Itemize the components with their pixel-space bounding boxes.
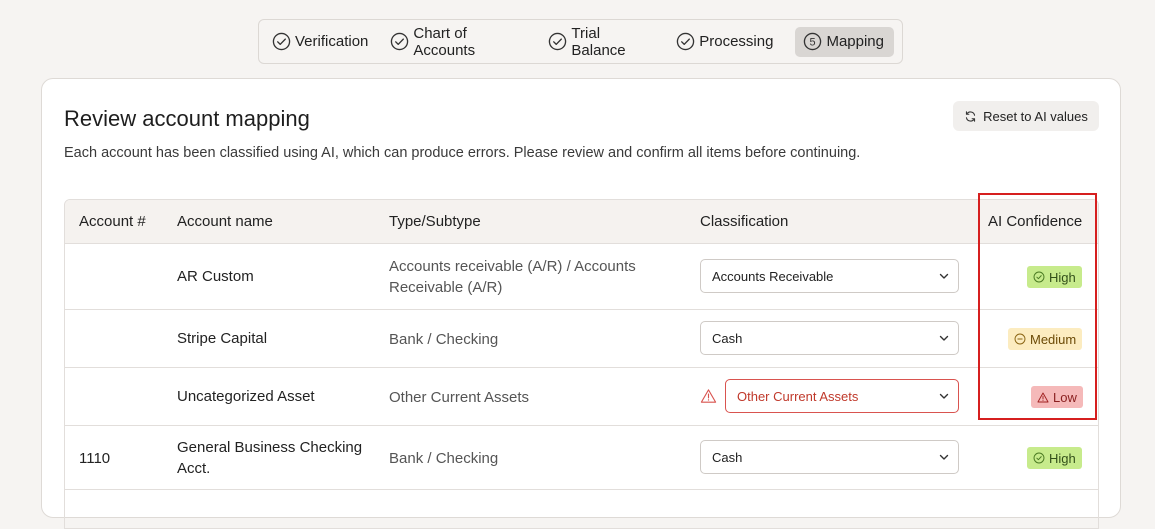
table-row: Stripe Capital Bank / Checking Cash Medi…: [65, 310, 1098, 368]
check-circle-icon: [1033, 452, 1045, 464]
step-mapping[interactable]: 5 Mapping: [795, 26, 894, 57]
step-label: Trial Balance: [571, 24, 626, 59]
check-circle-icon: [1033, 271, 1045, 283]
confidence-badge-medium: Medium: [1008, 328, 1083, 350]
confidence-badge-high: High: [1027, 447, 1082, 469]
account-name: General Business Checking Acct.: [177, 439, 363, 477]
check-circle-icon: [548, 32, 567, 51]
header-ai-confidence: AI Confidence: [988, 213, 1083, 230]
step-trial-balance[interactable]: Trial Balance: [548, 24, 662, 59]
step-label: Chart of Accounts: [413, 24, 476, 59]
account-type: Bank / Checking: [389, 331, 499, 348]
account-number: 1110: [79, 450, 111, 467]
classification-select[interactable]: Other Current Assets: [725, 379, 959, 413]
check-circle-icon: [676, 32, 695, 51]
reset-label: Reset to AI values: [983, 108, 1088, 124]
warning-triangle-icon: [700, 389, 717, 403]
table-row: AR Custom Accounts receivable (A/R) / Ac…: [65, 244, 1098, 310]
confidence-badge-high: High: [1027, 266, 1082, 288]
account-name: Stripe Capital: [177, 330, 268, 347]
classification-value: Accounts Receivable: [712, 268, 834, 284]
number-circle-icon: 5: [803, 32, 822, 51]
step-chart-of-accounts[interactable]: Chart of Accounts: [390, 24, 534, 59]
account-type: Other Current Assets: [389, 389, 530, 406]
header-classification: Classification: [700, 213, 789, 230]
step-label: Mapping: [826, 33, 884, 50]
classification-select[interactable]: Cash: [700, 440, 959, 474]
mapping-table: Account # Account name Type/Subtype Clas…: [64, 199, 1099, 529]
page-title: Review account mapping: [64, 106, 310, 131]
account-type: Accounts receivable (A/R) / Accounts Rec…: [389, 258, 636, 296]
header-account-number: Account #: [79, 213, 146, 230]
progress-stepper: Verification Chart of Accounts Trial Bal…: [258, 19, 903, 64]
step-label: Verification: [295, 33, 369, 50]
page-subtitle: Each account has been classified using A…: [64, 145, 861, 161]
table-header: Account # Account name Type/Subtype Clas…: [65, 200, 1098, 244]
chevron-down-icon: [939, 273, 949, 279]
svg-text:5: 5: [810, 36, 816, 48]
confidence-badge-low: Low: [1031, 386, 1083, 408]
account-type: Bank / Checking: [389, 450, 499, 467]
account-name: AR Custom: [177, 268, 254, 285]
refresh-icon: [964, 110, 977, 123]
mapping-card: Review account mapping Each account has …: [41, 78, 1121, 529]
chevron-down-icon: [939, 335, 949, 341]
minus-circle-icon: [1014, 333, 1026, 345]
chevron-down-icon: [939, 454, 949, 460]
account-name: Uncategorized Asset: [177, 388, 315, 405]
header-account-name: Account name: [177, 213, 273, 230]
reset-to-ai-button[interactable]: Reset to AI values: [953, 101, 1099, 131]
check-circle-icon: [390, 32, 409, 51]
chevron-down-icon: [939, 393, 949, 399]
table-row: Uncategorized Asset Other Current Assets…: [65, 368, 1098, 426]
warning-triangle-icon: [1037, 392, 1049, 402]
step-label: Processing: [699, 33, 774, 50]
classification-value: Other Current Assets: [737, 388, 859, 404]
header-type-subtype: Type/Subtype: [389, 213, 481, 230]
classification-value: Cash: [712, 449, 743, 465]
classification-value: Cash: [712, 330, 743, 346]
step-processing[interactable]: Processing: [676, 27, 781, 57]
classification-select[interactable]: Accounts Receivable: [700, 259, 959, 293]
table-row: 1110 General Business Checking Acct. Ban…: [65, 426, 1098, 490]
classification-select[interactable]: Cash: [700, 321, 959, 355]
check-circle-icon: [272, 32, 291, 51]
step-verification[interactable]: Verification: [272, 27, 376, 57]
